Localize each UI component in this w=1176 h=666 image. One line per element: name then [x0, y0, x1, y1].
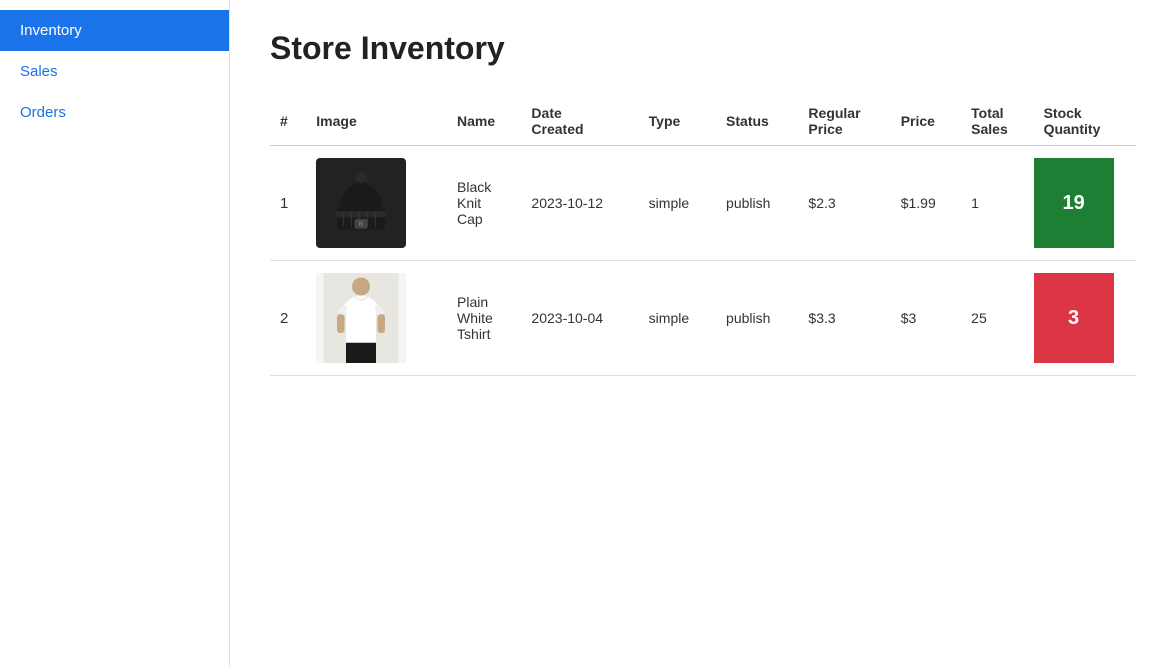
sidebar-item-inventory[interactable]: Inventory [0, 10, 229, 51]
page-title: Store Inventory [270, 30, 1136, 67]
row2-image-cell [306, 261, 447, 376]
row1-price: $1.99 [891, 146, 961, 261]
col-header-image: Image [306, 97, 447, 146]
table-row: 2 [270, 261, 1136, 376]
row2-date: 2023-10-04 [521, 261, 638, 376]
main-content: Store Inventory # Image Name DateCreated… [230, 0, 1176, 666]
col-header-price: Price [891, 97, 961, 146]
shirt-svg [316, 273, 406, 363]
table-header-row: # Image Name DateCreated Type Status Reg… [270, 97, 1136, 146]
sidebar: Inventory Sales Orders [0, 0, 230, 666]
col-header-number: # [270, 97, 306, 146]
row1-stock-quantity-cell: 19 [1034, 146, 1136, 261]
row2-stock-quantity-cell: 3 [1034, 261, 1136, 376]
svg-text:B: B [359, 221, 363, 228]
product-image-beanie: B [316, 158, 406, 248]
row2-regular-price: $3.3 [798, 261, 890, 376]
row2-type: simple [639, 261, 716, 376]
row1-total-sales: 1 [961, 146, 1033, 261]
table-row: 1 [270, 146, 1136, 261]
row2-name: Plain White Tshirt [447, 261, 521, 376]
col-header-regular-price: RegularPrice [798, 97, 890, 146]
inventory-table: # Image Name DateCreated Type Status Reg… [270, 97, 1136, 376]
row1-image-cell: B [306, 146, 447, 261]
sidebar-item-sales[interactable]: Sales [0, 51, 229, 92]
col-header-name: Name [447, 97, 521, 146]
beanie-svg: B [321, 163, 401, 243]
col-header-date: DateCreated [521, 97, 638, 146]
sidebar-item-orders[interactable]: Orders [0, 92, 229, 133]
row2-price: $3 [891, 261, 961, 376]
col-header-stock-quantity: StockQuantity [1034, 97, 1136, 146]
product-image-shirt [316, 273, 406, 363]
col-header-type: Type [639, 97, 716, 146]
row1-stock-quantity-badge: 19 [1034, 158, 1114, 248]
row1-name: Black Knit Cap [447, 146, 521, 261]
row1-type: simple [639, 146, 716, 261]
row2-stock-quantity-badge: 3 [1034, 273, 1114, 363]
row1-status: publish [716, 146, 798, 261]
col-header-total-sales: TotalSales [961, 97, 1033, 146]
row1-number: 1 [270, 146, 306, 261]
row2-total-sales: 25 [961, 261, 1033, 376]
row2-number: 2 [270, 261, 306, 376]
col-header-status: Status [716, 97, 798, 146]
row2-status: publish [716, 261, 798, 376]
row1-regular-price: $2.3 [798, 146, 890, 261]
row1-date: 2023-10-12 [521, 146, 638, 261]
